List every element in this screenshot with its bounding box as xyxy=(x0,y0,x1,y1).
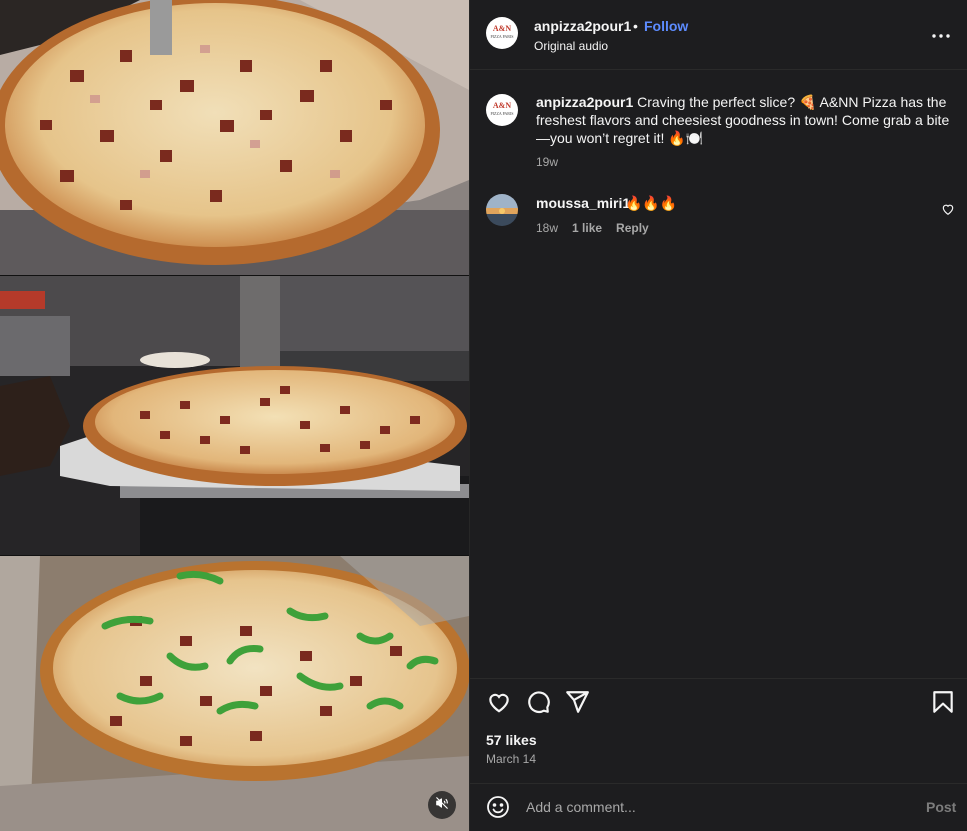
speaker-muted-icon xyxy=(435,796,449,815)
share-button[interactable] xyxy=(564,689,590,715)
save-button[interactable] xyxy=(930,689,956,715)
comment-text: 🔥🔥🔥 xyxy=(625,195,678,211)
more-horizontal-icon xyxy=(932,25,950,43)
post-caption: anpizza2pour1 Craving the perfect slice?… xyxy=(536,93,954,147)
comment-input[interactable] xyxy=(526,796,906,818)
post-modal: A&N PIZZA PARIS anpizza2pour1 • Follow O… xyxy=(0,0,967,831)
video-frame-pepper-pizza xyxy=(0,556,469,831)
author-avatar[interactable]: A&N PIZZA PARIS xyxy=(486,17,518,49)
bookmark-icon xyxy=(933,691,953,713)
paper-plane-icon xyxy=(566,691,589,713)
comment-composer: Post xyxy=(470,783,967,831)
author-logo: A&N PIZZA PARIS xyxy=(490,24,514,40)
post-media[interactable] xyxy=(0,0,469,831)
video-frame-pizza-box xyxy=(0,0,469,275)
heart-icon xyxy=(489,693,509,713)
comment-meta: 18w 1 like Reply xyxy=(536,221,649,235)
post-details-panel: A&N PIZZA PARIS anpizza2pour1 • Follow O… xyxy=(469,0,967,831)
comment-timestamp[interactable]: 18w xyxy=(536,221,558,235)
caption-author-avatar[interactable]: A&N PIZZA PARIS xyxy=(486,94,518,126)
comment-like-button[interactable] xyxy=(941,202,955,216)
comment-reply-button[interactable]: Reply xyxy=(616,221,649,235)
comment-likes-count[interactable]: 1 like xyxy=(572,221,602,235)
emoji-picker-button[interactable] xyxy=(486,795,510,819)
comment-username[interactable]: moussa_miri1 xyxy=(536,195,630,211)
heart-icon xyxy=(942,204,954,215)
commenter-avatar[interactable] xyxy=(486,194,518,226)
post-header: A&N PIZZA PARIS anpizza2pour1 • Follow O… xyxy=(470,0,967,70)
post-date[interactable]: March 14 xyxy=(486,752,536,766)
follow-button[interactable]: Follow xyxy=(644,18,688,34)
likes-count[interactable]: 57 likes xyxy=(486,732,537,748)
separator-dot: • xyxy=(633,18,638,34)
mute-toggle-button[interactable] xyxy=(428,791,456,819)
like-button[interactable] xyxy=(486,689,512,715)
caption-timestamp[interactable]: 19w xyxy=(536,155,558,169)
smiley-icon xyxy=(487,796,509,818)
caption-username[interactable]: anpizza2pour1 xyxy=(536,94,633,110)
post-comment-button[interactable]: Post xyxy=(926,799,956,815)
comment-bubble-icon xyxy=(528,691,550,714)
audio-label[interactable]: Original audio xyxy=(534,39,608,53)
video-frame-pizza-oven xyxy=(0,276,469,555)
comment-button[interactable] xyxy=(525,689,551,715)
caption-author-logo: A&N PIZZA PARIS xyxy=(490,101,514,117)
more-options-button[interactable] xyxy=(928,22,954,46)
author-username[interactable]: anpizza2pour1 xyxy=(534,18,631,34)
